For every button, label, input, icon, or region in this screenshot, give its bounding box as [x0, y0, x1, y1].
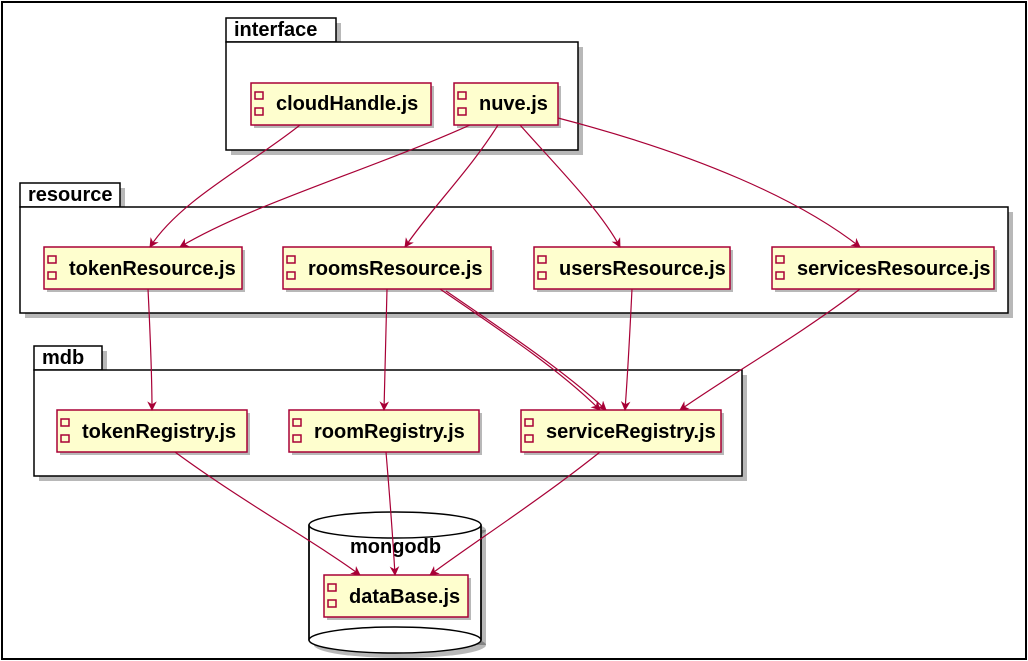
package-mdb: mdb tokenRegistry.js roomRegistry.js	[34, 346, 747, 481]
component-roomsResource: roomsResource.js	[283, 247, 494, 292]
package-interface-label: interface	[234, 19, 317, 41]
component-serviceRegistry: serviceRegistry.js	[521, 410, 724, 455]
component-cloudHandle-label: cloudHandle.js	[276, 93, 418, 115]
component-usersResource: usersResource.js	[534, 247, 733, 292]
component-usersResource-label: usersResource.js	[559, 258, 726, 280]
package-mongodb-label: mongodb	[350, 536, 441, 558]
component-dataBase-label: dataBase.js	[349, 586, 460, 608]
component-tokenResource: tokenResource.js	[44, 247, 245, 292]
package-resource: resource tokenResource.js roomsResource.…	[20, 183, 1013, 318]
package-mongodb: mongodb dataBase.js	[309, 512, 486, 658]
component-nuve-label: nuve.js	[479, 93, 548, 115]
package-resource-label: resource	[28, 184, 113, 206]
component-servicesResource: servicesResource.js	[772, 247, 997, 292]
component-tokenResource-label: tokenResource.js	[69, 258, 236, 280]
component-roomsResource-label: roomsResource.js	[308, 258, 483, 280]
component-cloudHandle: cloudHandle.js	[251, 83, 434, 128]
component-tokenRegistry: tokenRegistry.js	[57, 410, 250, 455]
diagram-canvas: interface cloudHandle.js nuve.js	[0, 0, 1028, 661]
component-servicesResource-label: servicesResource.js	[797, 258, 990, 280]
component-tokenRegistry-label: tokenRegistry.js	[82, 421, 236, 443]
component-roomRegistry-label: roomRegistry.js	[314, 421, 465, 443]
package-interface: interface cloudHandle.js nuve.js	[226, 18, 583, 155]
package-mdb-label: mdb	[42, 347, 84, 369]
component-nuve: nuve.js	[454, 83, 561, 128]
component-serviceRegistry-label: serviceRegistry.js	[546, 421, 716, 443]
component-roomRegistry: roomRegistry.js	[289, 410, 482, 455]
component-dataBase: dataBase.js	[324, 575, 471, 620]
